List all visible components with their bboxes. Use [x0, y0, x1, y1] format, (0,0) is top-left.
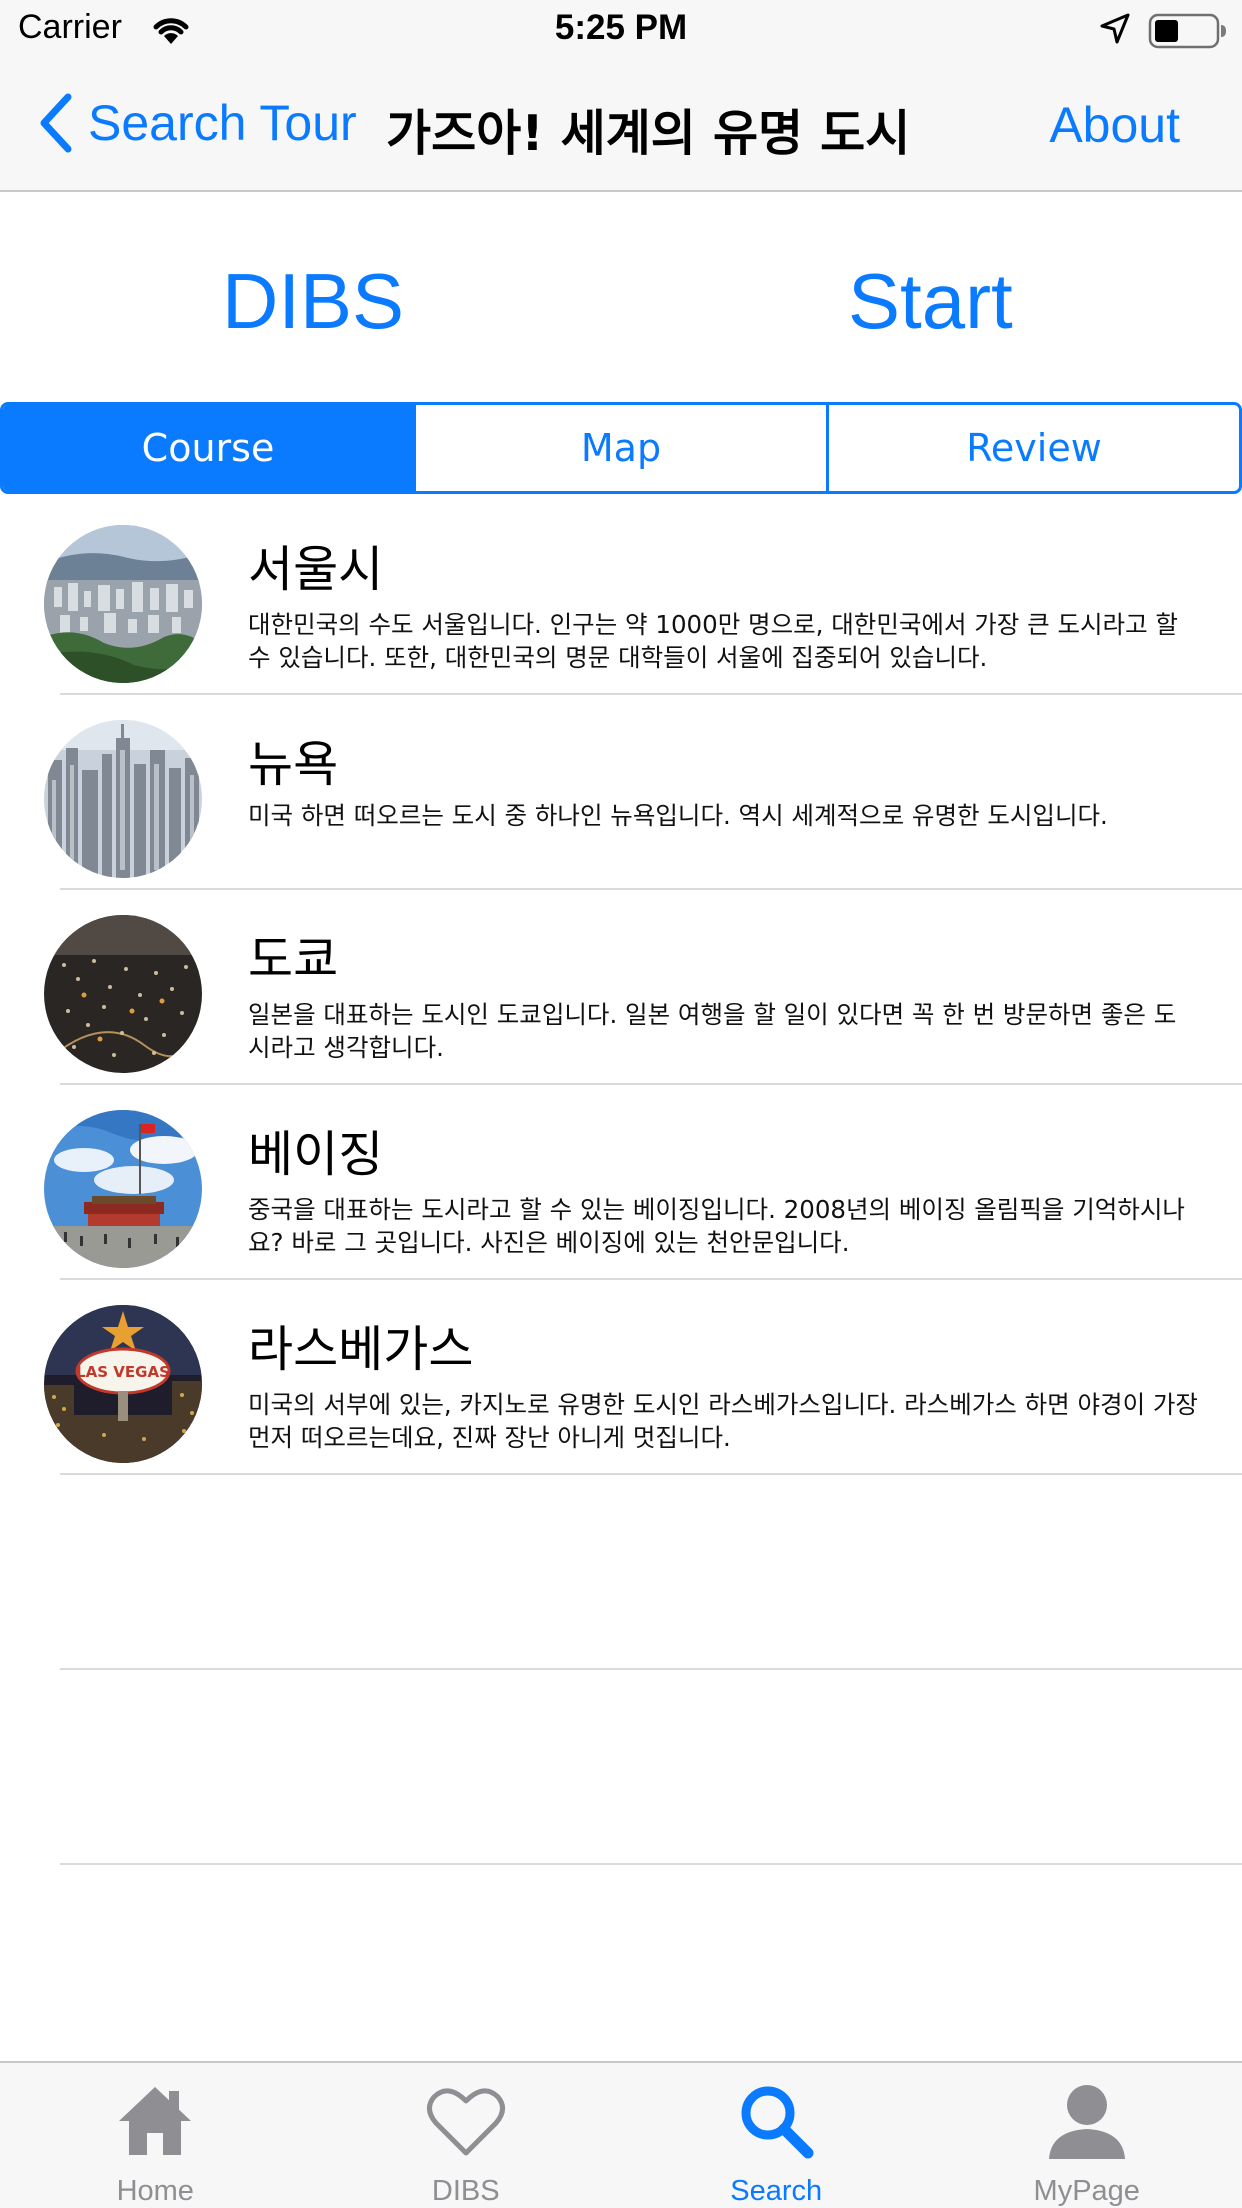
start-button[interactable]: Start	[848, 256, 1013, 347]
back-label: Search Tour	[88, 95, 357, 151]
segment-review[interactable]: Review	[829, 405, 1239, 491]
house-icon	[119, 2087, 192, 2155]
segmented-control: Course Map Review	[0, 402, 1242, 494]
city-row-tokyo[interactable]: 도쿄 일본을 대표하는 도시인 도쿄입니다. 일본 여행을 할 일이 있다면 꼭…	[0, 890, 1242, 1085]
back-button[interactable]: Search Tour	[36, 88, 357, 158]
city-name: 베이징	[248, 1126, 384, 1183]
page-title: 가즈아! 세계의 유명 도시	[386, 105, 911, 162]
beijing-thumbnail	[44, 1110, 202, 1268]
city-name: 뉴욕	[248, 736, 339, 793]
status-time: 5:25 PM	[554, 8, 688, 47]
tab-label: MyPage	[1033, 2175, 1140, 2207]
person-icon	[1048, 2085, 1125, 2159]
tab-dibs[interactable]: DIBS	[311, 2063, 622, 2208]
city-row-seoul[interactable]: 서울시 대한민국의 수도 서울입니다. 인구는 약 1000만 명으로, 대한민…	[0, 500, 1242, 695]
dibs-button[interactable]: DIBS	[222, 256, 404, 347]
city-name: 서울시	[248, 541, 384, 598]
city-list: 서울시 대한민국의 수도 서울입니다. 인구는 약 1000만 명으로, 대한민…	[0, 500, 1242, 1865]
city-description: 미국의 서부에 있는, 카지노로 유명한 도시인 라스베가스입니다. 라스베가스…	[248, 1390, 1198, 1452]
newyork-thumbnail	[44, 720, 202, 878]
location-arrow-icon	[1100, 13, 1130, 44]
heart-icon	[426, 2088, 505, 2156]
seoul-thumbnail	[44, 525, 202, 683]
empty-row	[0, 1475, 1242, 1670]
battery-icon	[1148, 13, 1226, 49]
city-description: 미국 하면 떠오르는 도시 중 하나인 뉴욕입니다. 역시 세계적으로 유명한 …	[248, 801, 1108, 830]
tab-mypage[interactable]: MyPage	[932, 2063, 1242, 2208]
city-row-lasvegas[interactable]: LAS VEGAS 라스베가스 미국의 서부에 있는, 카지노로 유명한 도시인…	[0, 1280, 1242, 1475]
chevron-left-icon	[40, 93, 72, 153]
segment-map[interactable]: Map	[416, 405, 829, 491]
segment-course[interactable]: Course	[3, 405, 416, 491]
city-description: 일본을 대표하는 도시인 도쿄입니다. 일본 여행을 할 일이 있다면 꼭 한 …	[248, 1000, 1177, 1062]
city-name: 도쿄	[248, 931, 339, 988]
tab-bar: Home DIBS Search MyPage	[0, 2061, 1242, 2208]
status-bar: Carrier 5:25 PM	[0, 0, 1242, 60]
tab-label: Home	[116, 2175, 194, 2207]
las-vegas-sign-text: LAS VEGAS	[76, 1363, 170, 1381]
tab-label: Search	[730, 2175, 823, 2207]
city-row-newyork[interactable]: 뉴욕 미국 하면 떠오르는 도시 중 하나인 뉴욕입니다. 역시 세계적으로 유…	[0, 695, 1242, 890]
tab-home[interactable]: Home	[0, 2063, 311, 2208]
city-name: 라스베가스	[248, 1321, 474, 1378]
about-button[interactable]: About	[1049, 96, 1180, 154]
tab-label: DIBS	[431, 2175, 500, 2207]
tokyo-thumbnail	[44, 915, 202, 1073]
city-description: 대한민국의 수도 서울입니다. 인구는 약 1000만 명으로, 대한민국에서 …	[248, 610, 1178, 672]
magnifier-icon	[741, 2086, 814, 2159]
tab-search[interactable]: Search	[621, 2063, 932, 2208]
navigation-bar: Search Tour 가즈아! 세계의 유명 도시 About	[0, 60, 1242, 192]
empty-row	[0, 1670, 1242, 1865]
lasvegas-thumbnail: LAS VEGAS	[44, 1305, 202, 1463]
city-row-beijing[interactable]: 베이징 중국을 대표하는 도시라고 할 수 있는 베이징입니다. 2008년의 …	[0, 1085, 1242, 1280]
city-description: 중국을 대표하는 도시라고 할 수 있는 베이징입니다. 2008년의 베이징 …	[248, 1195, 1185, 1257]
